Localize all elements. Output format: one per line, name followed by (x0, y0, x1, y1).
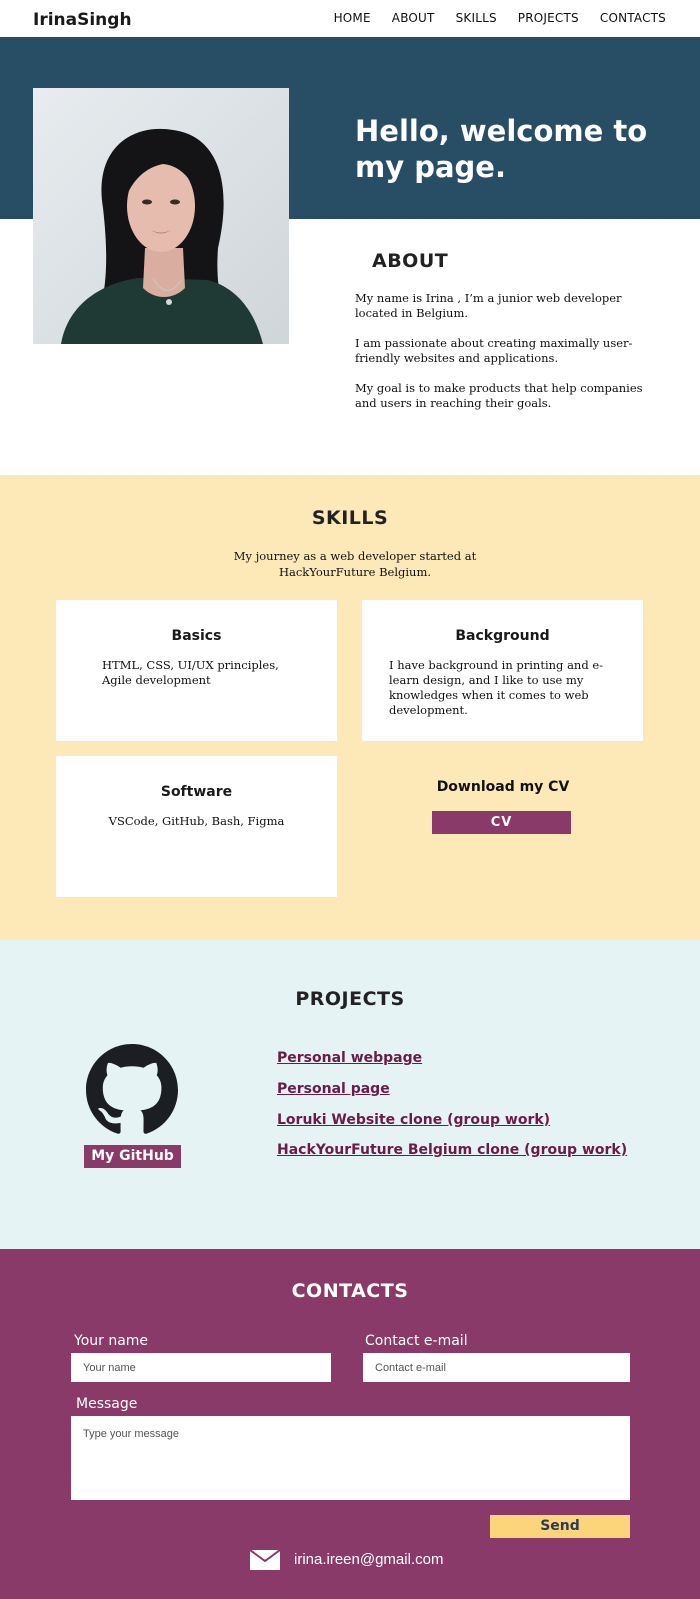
download-cv-title: Download my CV (436, 779, 570, 795)
project-link-loruki-clone[interactable]: Loruki Website clone (group work) (277, 1112, 550, 1128)
about-text: My name is Irina , I’m a junior web deve… (355, 291, 645, 426)
github-icon[interactable] (86, 1044, 178, 1136)
about-paragraph-1: My name is Irina , I’m a junior web deve… (355, 291, 622, 320)
skill-card-text: I have background in printing and e-lear… (389, 658, 604, 717)
about-heading: ABOUT (372, 250, 449, 272)
name-label: Your name (74, 1333, 149, 1349)
cv-download-button[interactable]: CV (432, 811, 571, 834)
projects-section: PROJECTS My GitHub Personal webpage Pers… (0, 940, 700, 1249)
nav-link-home[interactable]: HOME (334, 11, 371, 25)
hero-title: Hello, welcome to my page. (355, 114, 648, 184)
contacts-heading: CONTACTS (291, 1280, 409, 1302)
skills-intro: My journey as a web developer started at… (233, 549, 477, 579)
about-paragraph-3: My goal is to make products that help co… (355, 381, 643, 410)
nav-link-contacts[interactable]: CONTACTS (600, 11, 666, 25)
message-textarea[interactable] (71, 1416, 630, 1500)
skill-card-basics: Basics HTML, CSS, UI/UX principles, Agil… (56, 600, 337, 741)
nav-link-skills[interactable]: SKILLS (456, 11, 497, 25)
skills-heading: SKILLS (311, 507, 389, 529)
message-label: Message (76, 1396, 138, 1412)
profile-photo-image (33, 88, 289, 344)
nav-link-projects[interactable]: PROJECTS (518, 11, 579, 25)
email-input[interactable] (363, 1353, 630, 1382)
skill-card-title: Software (160, 784, 233, 800)
envelope-icon[interactable] (250, 1550, 280, 1570)
skill-card-title: Background (455, 628, 550, 644)
skill-card-text: VSCode, GitHub, Bash, Figma (108, 814, 285, 828)
email-label: Contact e-mail (365, 1333, 468, 1349)
brand-logo[interactable]: IrinaSingh (33, 10, 132, 30)
github-button[interactable]: My GitHub (84, 1145, 181, 1168)
project-link-personal-webpage[interactable]: Personal webpage (277, 1050, 422, 1066)
project-link-personal-page[interactable]: Personal page (277, 1081, 390, 1097)
name-input[interactable] (71, 1353, 331, 1382)
send-button[interactable]: Send (490, 1515, 630, 1538)
contacts-section: CONTACTS Your name Contact e-mail Messag… (0, 1249, 700, 1599)
skill-card-title: Basics (171, 628, 222, 644)
top-nav: IrinaSingh HOME ABOUT SKILLS PROJECTS CO… (0, 0, 700, 37)
skill-card-text: HTML, CSS, UI/UX principles, Agile devel… (102, 658, 279, 687)
about-paragraph-2: I am passionate about creating maximally… (355, 336, 633, 365)
profile-photo (33, 88, 289, 344)
skill-card-software: Software VSCode, GitHub, Bash, Figma (56, 756, 337, 897)
project-link-hyf-clone[interactable]: HackYourFuture Belgium clone (group work… (277, 1142, 627, 1158)
nav-links: HOME ABOUT SKILLS PROJECTS CONTACTS (334, 11, 666, 25)
projects-heading: PROJECTS (295, 988, 405, 1010)
skills-section: SKILLS My journey as a web developer sta… (0, 475, 700, 940)
contact-email-address[interactable]: irina.ireen@gmail.com (294, 1551, 443, 1568)
skill-card-background: Background I have background in printing… (362, 600, 643, 741)
nav-link-about[interactable]: ABOUT (392, 11, 435, 25)
